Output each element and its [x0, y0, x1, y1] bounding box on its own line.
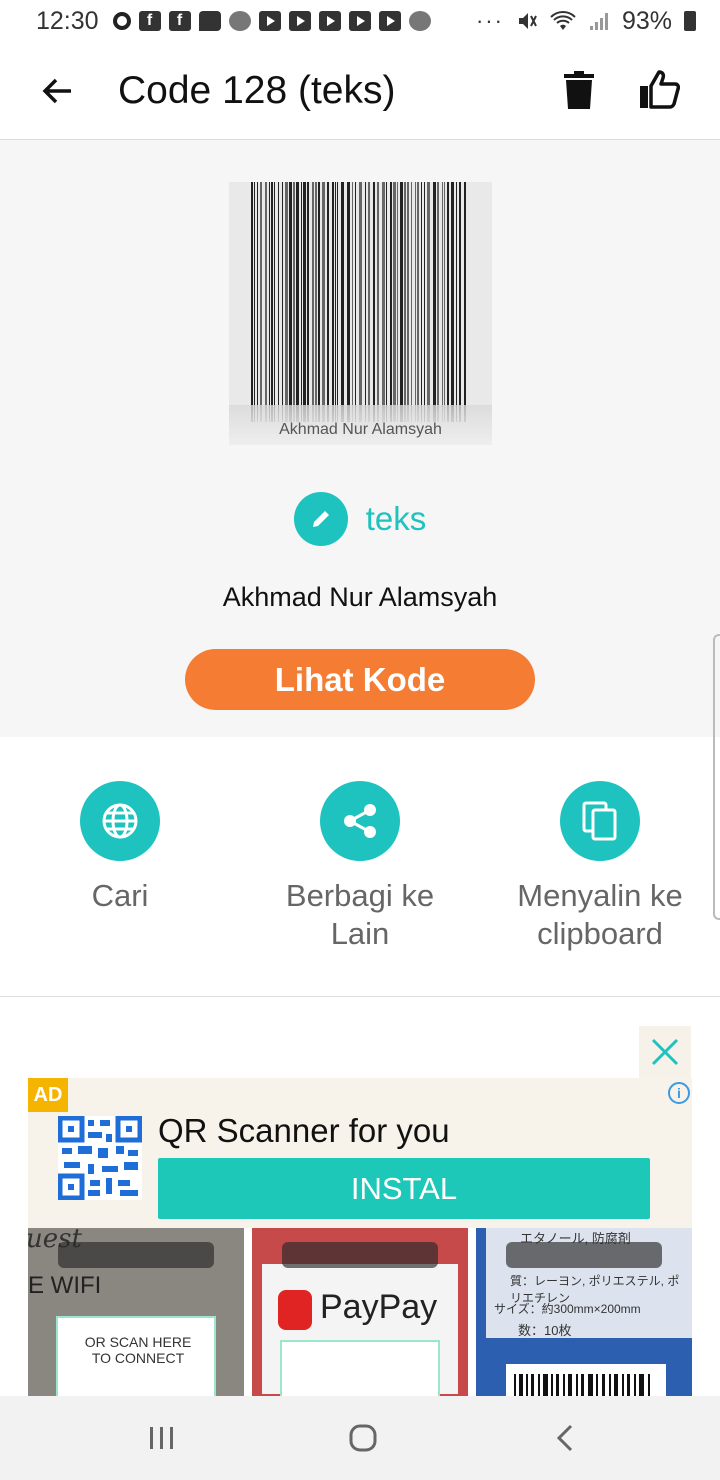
app-notification-icon	[112, 12, 131, 30]
globe-icon	[102, 803, 138, 839]
search-action[interactable]: Cari	[0, 781, 240, 915]
search-action-button[interactable]	[80, 781, 160, 861]
wifi-icon	[550, 11, 576, 30]
back-nav-button[interactable]	[535, 1418, 595, 1458]
ad-screenshot-text: 数：10枚	[518, 1323, 572, 1338]
ad-screenshot: uest E WIFI OR SCAN HERE TO CONNECT	[28, 1228, 244, 1398]
ad-screenshot-text: サイズ：約300mm×200mm	[494, 1302, 641, 1316]
status-time: 12:30	[36, 6, 99, 35]
facebook-icon: f	[138, 11, 161, 31]
search-action-label: Cari	[91, 878, 149, 913]
ad-screenshot-text: エタノール, 防腐剤	[520, 1231, 631, 1246]
view-code-button[interactable]: Lihat Kode	[185, 649, 535, 710]
page-title: Code 128 (teks)	[118, 68, 396, 112]
copy-action[interactable]: Menyalin ke clipboard	[480, 781, 720, 953]
status-bar: 12:30 f f ··· 93%	[0, 0, 720, 42]
pencil-icon	[312, 511, 329, 527]
quran-app-icon	[228, 11, 251, 31]
ad-screenshot-text: PayPay	[320, 1288, 438, 1326]
close-icon	[651, 1038, 679, 1066]
like-button[interactable]	[634, 64, 684, 116]
youtube-icon	[288, 11, 311, 31]
decoded-content: Akhmad Nur Alamsyah	[222, 582, 498, 612]
youtube-icon	[348, 11, 371, 31]
quran-app-icon	[408, 11, 431, 31]
type-row: teks	[0, 492, 720, 546]
scan-frame	[506, 1364, 666, 1398]
notification-icons: f f	[112, 11, 431, 31]
qr-logo-icon	[58, 1116, 142, 1200]
delete-button[interactable]	[556, 64, 602, 116]
action-row: Cari Berbagi ke Lain Menyalin ke clipboa…	[0, 737, 720, 997]
youtube-icon	[258, 11, 281, 31]
camera-toolbar	[58, 1242, 214, 1268]
trash-icon	[564, 71, 594, 109]
more-notifications-icon: ···	[475, 8, 504, 33]
ad-title: QR Scanner for you	[158, 1112, 450, 1149]
paypay-logo-icon	[278, 1290, 312, 1330]
edge-panel-handle[interactable]	[713, 634, 720, 920]
ad-banner: AD i QR Scanner for you INSTAL uest E WI…	[0, 998, 720, 1398]
share-action[interactable]: Berbagi ke Lain	[240, 781, 480, 953]
ad-screenshot-text: OR SCAN HERE TO CONNECT	[84, 1334, 192, 1366]
system-nav-bar	[0, 1396, 720, 1480]
ad-info-icon[interactable]: i	[668, 1082, 690, 1104]
scan-result-card: Akhmad Nur Alamsyah teks Akhmad Nur Alam…	[0, 140, 720, 737]
chevron-left-icon	[556, 1424, 573, 1452]
ad-screenshot: PayPay	[252, 1228, 468, 1398]
battery-percent: 93%	[621, 6, 672, 35]
share-action-label: Berbagi ke Lain	[285, 878, 435, 951]
message-icon	[198, 11, 221, 31]
ad-screenshots[interactable]: uest E WIFI OR SCAN HERE TO CONNECT PayP…	[28, 1228, 692, 1398]
ad-screenshot: エタノール, 防腐剤 質：レーヨン, ポリエステル, ポリエチレン サイズ：約3…	[476, 1228, 692, 1398]
battery-icon	[684, 11, 696, 31]
recent-apps-button[interactable]	[132, 1418, 192, 1458]
ad-card[interactable]: AD i QR Scanner for you INSTAL	[28, 1078, 692, 1228]
edit-button[interactable]	[293, 492, 348, 546]
scan-frame: OR SCAN HERE TO CONNECT	[56, 1316, 216, 1398]
facebook-icon: f	[168, 11, 191, 31]
recent-apps-icon	[150, 1427, 173, 1449]
copy-icon	[582, 801, 617, 841]
youtube-icon	[318, 11, 341, 31]
ad-close-button[interactable]	[639, 1026, 691, 1078]
thumbs-up-icon	[640, 70, 680, 109]
youtube-icon	[378, 11, 401, 31]
barcode-image: Akhmad Nur Alamsyah	[229, 182, 492, 445]
app-bar: Code 128 (teks)	[0, 42, 720, 140]
home-button[interactable]	[333, 1418, 393, 1458]
share-icon	[344, 804, 376, 838]
camera-toolbar	[282, 1242, 438, 1268]
arrow-left-icon	[42, 78, 71, 103]
home-icon	[349, 1424, 377, 1452]
mute-icon	[518, 13, 537, 29]
ad-install-button[interactable]: INSTAL	[158, 1158, 650, 1219]
scan-frame	[280, 1340, 440, 1398]
ad-screenshot-text: E WIFI	[28, 1272, 102, 1299]
barcode-caption: Akhmad Nur Alamsyah	[229, 405, 492, 445]
signal-icon	[589, 13, 608, 30]
copy-action-label: Menyalin ke clipboard	[517, 878, 683, 951]
code-type-label: teks	[365, 500, 427, 537]
copy-action-button[interactable]	[560, 781, 640, 861]
ad-badge: AD	[28, 1078, 68, 1112]
share-action-button[interactable]	[320, 781, 400, 861]
back-button[interactable]	[28, 61, 88, 121]
